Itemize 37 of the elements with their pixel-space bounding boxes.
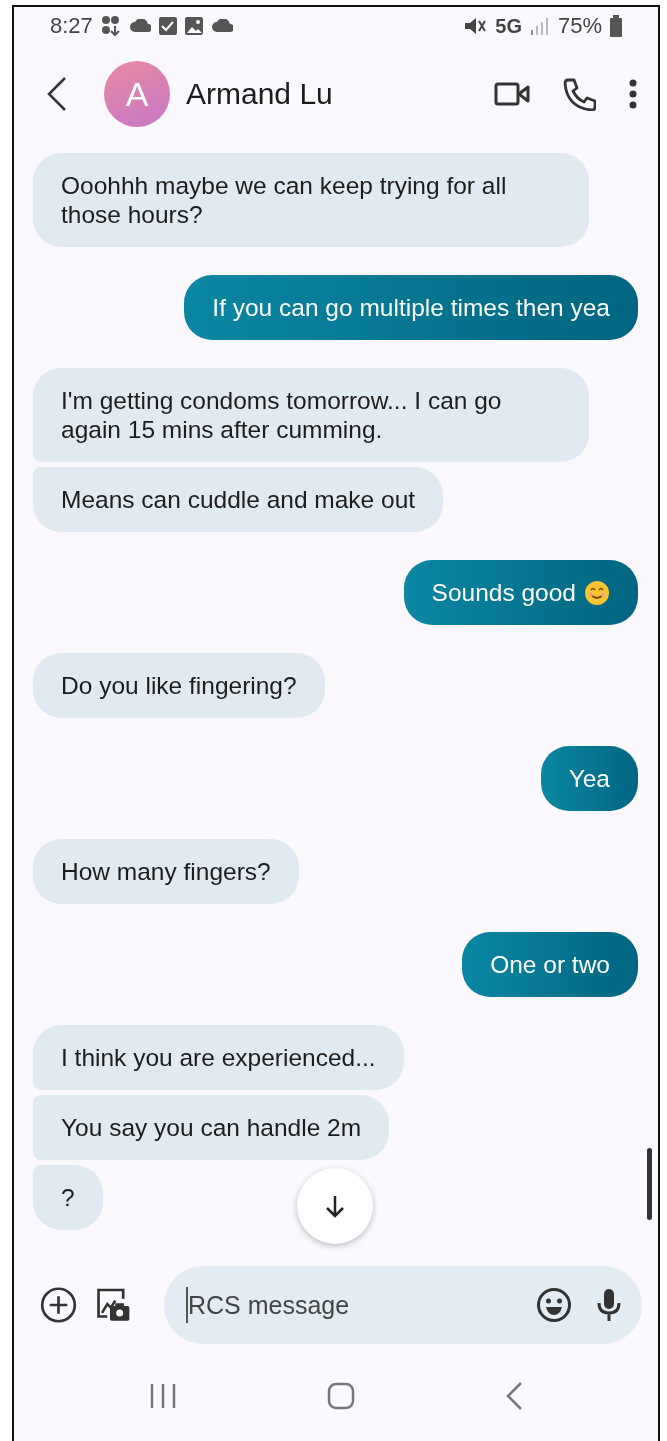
cloud-icon — [128, 19, 151, 33]
image-icon — [184, 17, 203, 35]
phone-icon[interactable] — [562, 77, 596, 111]
received-message[interactable]: I think you are experienced... — [33, 1025, 404, 1090]
received-message[interactable]: How many fingers? — [33, 839, 299, 904]
cloud-icon — [210, 19, 233, 33]
received-message[interactable]: You say you can handle 2m — [33, 1095, 390, 1160]
received-message[interactable]: Ooohhh maybe we can keep trying for all those hours? — [33, 153, 589, 247]
sent-message[interactable]: If you can go multiple times then yea — [184, 275, 638, 340]
video-call-icon[interactable] — [494, 81, 530, 107]
message-bar[interactable]: RCS message — [164, 1266, 642, 1344]
sent-message[interactable]: Yea — [540, 746, 638, 811]
received-message[interactable]: Means can cuddle and make out — [33, 467, 444, 532]
arrow-down-icon — [324, 1194, 346, 1218]
checkbox-icon — [158, 17, 177, 35]
scrollbar[interactable] — [647, 1148, 652, 1220]
microphone-icon[interactable] — [596, 1287, 622, 1323]
network-type: 5G — [495, 14, 522, 38]
more-icon[interactable] — [628, 79, 638, 109]
app-download-icon — [100, 15, 121, 37]
battery-icon — [610, 15, 622, 37]
received-message[interactable]: I'm getting condoms tomorrow... I can go again 15 mins after cumming. — [33, 368, 589, 462]
clock: 8:27 — [50, 13, 93, 39]
received-message[interactable]: ? — [33, 1165, 103, 1230]
message-field[interactable]: RCS message — [186, 1287, 512, 1323]
sent-message[interactable]: One or two — [462, 932, 638, 997]
recent-apps-icon[interactable] — [149, 1382, 177, 1410]
home-icon[interactable] — [327, 1382, 355, 1410]
sent-message[interactable]: Sounds good — [403, 560, 638, 625]
mute-icon — [463, 15, 488, 37]
signal-icon — [529, 16, 550, 36]
back-icon[interactable] — [46, 76, 68, 112]
add-icon[interactable] — [40, 1284, 77, 1326]
contact-name: Armand Lu — [186, 77, 334, 111]
emoji-icon[interactable] — [536, 1287, 572, 1323]
battery-level: 75% — [557, 13, 602, 39]
received-message[interactable]: Do you like fingering? — [33, 653, 325, 718]
